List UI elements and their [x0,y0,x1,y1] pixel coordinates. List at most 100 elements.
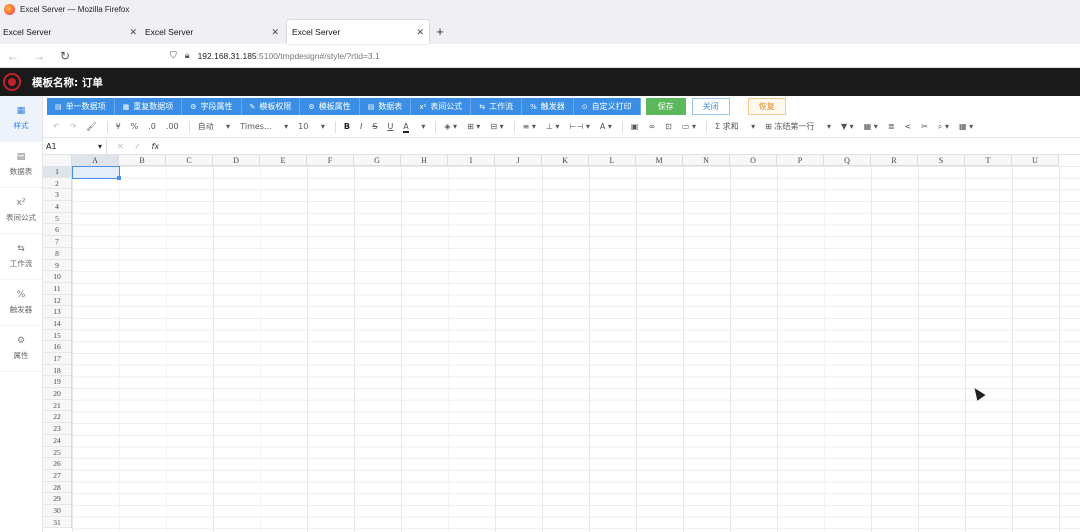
row-header[interactable]: 13 [43,306,71,318]
row-header[interactable]: 20 [43,388,71,400]
undo-icon[interactable]: ↶ [53,122,60,131]
image-icon[interactable]: ▣ [631,122,639,131]
conditional-format-icon[interactable]: ≣ [888,122,895,131]
close-button[interactable]: 关闭 [691,98,730,115]
column-header[interactable]: P [777,155,824,166]
row-header[interactable]: 19 [43,376,71,389]
column-header[interactable]: D [213,155,260,166]
field-properties-button[interactable]: ⚙ 字段属性 [182,98,242,115]
row-header[interactable]: 14 [43,318,71,330]
close-icon[interactable]: ✕ [416,27,424,38]
column-header[interactable]: H [401,155,448,166]
close-icon[interactable]: ✕ [271,27,279,38]
tab-3-active[interactable]: Excel Server ✕ [287,20,429,44]
leftnav-item-formula[interactable]: x² 表间公式 [0,188,42,234]
table-style-icon[interactable]: ▦ ▾ [864,122,878,131]
save-button[interactable]: 保存 [645,98,686,115]
custom-print-button[interactable]: ⊙ 自定义打印 [573,98,641,115]
font-family-select[interactable]: Times... ▾ [240,122,288,131]
font-color-button[interactable]: A ▾ [403,122,425,133]
trigger-button[interactable]: % 触发器 [522,98,574,115]
column-header[interactable]: S [918,155,965,166]
forward-icon[interactable]: → [26,49,52,63]
comment-icon[interactable]: ▭ ▾ [682,122,696,131]
url-bar[interactable]: ⛉ 🔒︎ 192.168.31.185:5100/tmpdesign#/styl… [170,50,380,61]
workflow-button[interactable]: ⇆ 工作流 [471,98,523,115]
row-header[interactable]: 23 [43,423,71,435]
data-table-button[interactable]: ▤ 数据表 [359,98,412,115]
row-header[interactable]: 3 [43,189,71,202]
column-header[interactable]: T [965,155,1012,166]
filter-icon[interactable]: ▼ ▾ [841,122,854,131]
template-permission-button[interactable]: ✎ 模板权限 [241,98,301,115]
back-icon[interactable]: ← [0,49,26,63]
redo-icon[interactable]: ↷ [70,122,77,131]
confirm-icon[interactable]: ✓ [134,142,141,151]
column-header[interactable]: C [166,155,213,166]
row-header[interactable]: 31 [43,517,71,529]
row-header[interactable]: 2 [43,178,71,190]
cell-reference-select[interactable]: A1 ▾ [43,138,107,154]
bold-button[interactable]: B [344,122,350,131]
spreadsheet-grid[interactable]: ABCDEFGHIJKLMNOPQRSTU 1 2 3 4 5 6 7 8 9 10 11 12 13 1… [43,155,1080,532]
row-header[interactable]: 21 [43,400,71,412]
template-properties-button[interactable]: ⚙ 模板属性 [300,98,360,115]
column-header[interactable]: R [871,155,918,166]
row-header[interactable]: 10 [43,271,71,283]
restore-button[interactable]: 恢复 [747,98,786,115]
cut-icon[interactable]: ✂ [921,122,928,131]
share-icon[interactable]: < [905,122,912,131]
row-header[interactable]: 27 [43,470,71,482]
italic-button[interactable]: I [360,122,362,131]
column-header[interactable]: F [307,155,354,166]
decimal-add-button[interactable]: .0 [148,122,156,131]
row-header[interactable]: 6 [43,224,71,237]
align-vertical-icon[interactable]: ⊥ ▾ [546,122,560,131]
find-icon[interactable]: ⌕ ▾ [938,122,949,132]
inter-table-formula-button[interactable]: x² 表间公式 [411,98,472,115]
tab-1[interactable]: Excel Server ✕ [0,20,142,44]
row-header[interactable]: 15 [43,330,71,342]
row-header[interactable]: 8 [43,248,71,260]
leftnav-item-style[interactable]: ▦ 样式 [0,96,42,142]
cancel-icon[interactable]: ✕ [117,142,124,151]
underline-button[interactable]: U [387,122,393,131]
new-tab-icon[interactable]: + [429,20,451,44]
repeat-data-item-button[interactable]: ▦ 重复数据项 [114,98,183,115]
fill-color-icon[interactable]: ◈ ▾ [444,122,457,131]
text-wrap-icon[interactable]: ⊢⊣ ▾ [569,122,590,131]
text-rotate-icon[interactable]: A ▾ [600,122,612,131]
tab-2[interactable]: Excel Server ✕ [142,20,284,44]
leftnav-item-datatable[interactable]: ▤ 数据表 [0,142,42,188]
row-header[interactable]: 22 [43,411,71,424]
leftnav-item-properties[interactable]: ⚙ 属性 [0,326,42,372]
column-header[interactable]: J [495,155,542,166]
column-header[interactable]: U [1012,155,1059,166]
chart-icon[interactable]: ⊡ [665,122,672,131]
row-header[interactable]: 9 [43,260,71,272]
column-header[interactable]: G [354,155,401,166]
freeze-button[interactable]: ⊞ 冻结第一行 ▾ [765,121,831,132]
single-data-item-button[interactable]: ▤ 单一数据项 [47,98,115,115]
leftnav-item-trigger[interactable]: % 触发器 [0,280,42,326]
column-header[interactable]: I [448,155,495,166]
row-header[interactable]: 25 [43,447,71,459]
currency-button[interactable]: ¥ [116,122,121,131]
row-header[interactable]: 1 [43,166,71,178]
row-header[interactable]: 24 [43,435,71,447]
selected-cell-a1[interactable] [72,166,120,179]
column-header[interactable]: E [260,155,307,166]
row-header[interactable]: 30 [43,505,71,517]
column-header[interactable]: L [589,155,636,166]
strikethrough-button[interactable]: S [372,122,377,131]
close-icon[interactable]: ✕ [129,27,137,38]
link-icon[interactable]: ∞ [648,122,655,131]
cell-area[interactable] [72,166,1080,532]
row-header[interactable]: 17 [43,353,71,365]
format-painter-icon[interactable]: 🖌︎ [86,122,96,131]
percent-button[interactable]: % [131,122,139,131]
row-header[interactable]: 26 [43,458,71,470]
number-format-select[interactable]: 自动 ▾ [198,121,231,132]
row-header[interactable]: 4 [43,201,71,213]
row-header[interactable]: 11 [43,283,71,295]
